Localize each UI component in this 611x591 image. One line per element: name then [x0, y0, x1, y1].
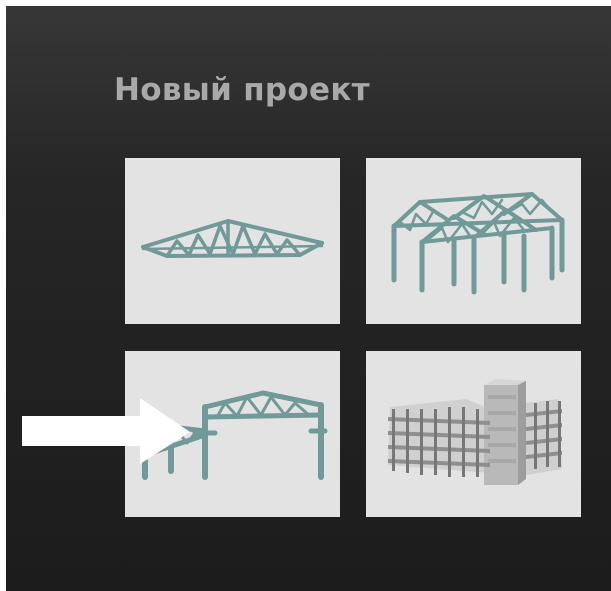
template-truss-tile[interactable]	[125, 158, 340, 324]
template-multistory-building-tile[interactable]	[366, 351, 581, 517]
right-arrow-icon	[22, 398, 190, 464]
dialog-title: Новый проект	[114, 72, 370, 108]
template-frame-building-tile[interactable]	[366, 158, 581, 324]
multistory-building-icon	[388, 379, 562, 485]
roof-truss-icon	[141, 219, 324, 258]
steel-frame-building-icon	[391, 192, 565, 295]
